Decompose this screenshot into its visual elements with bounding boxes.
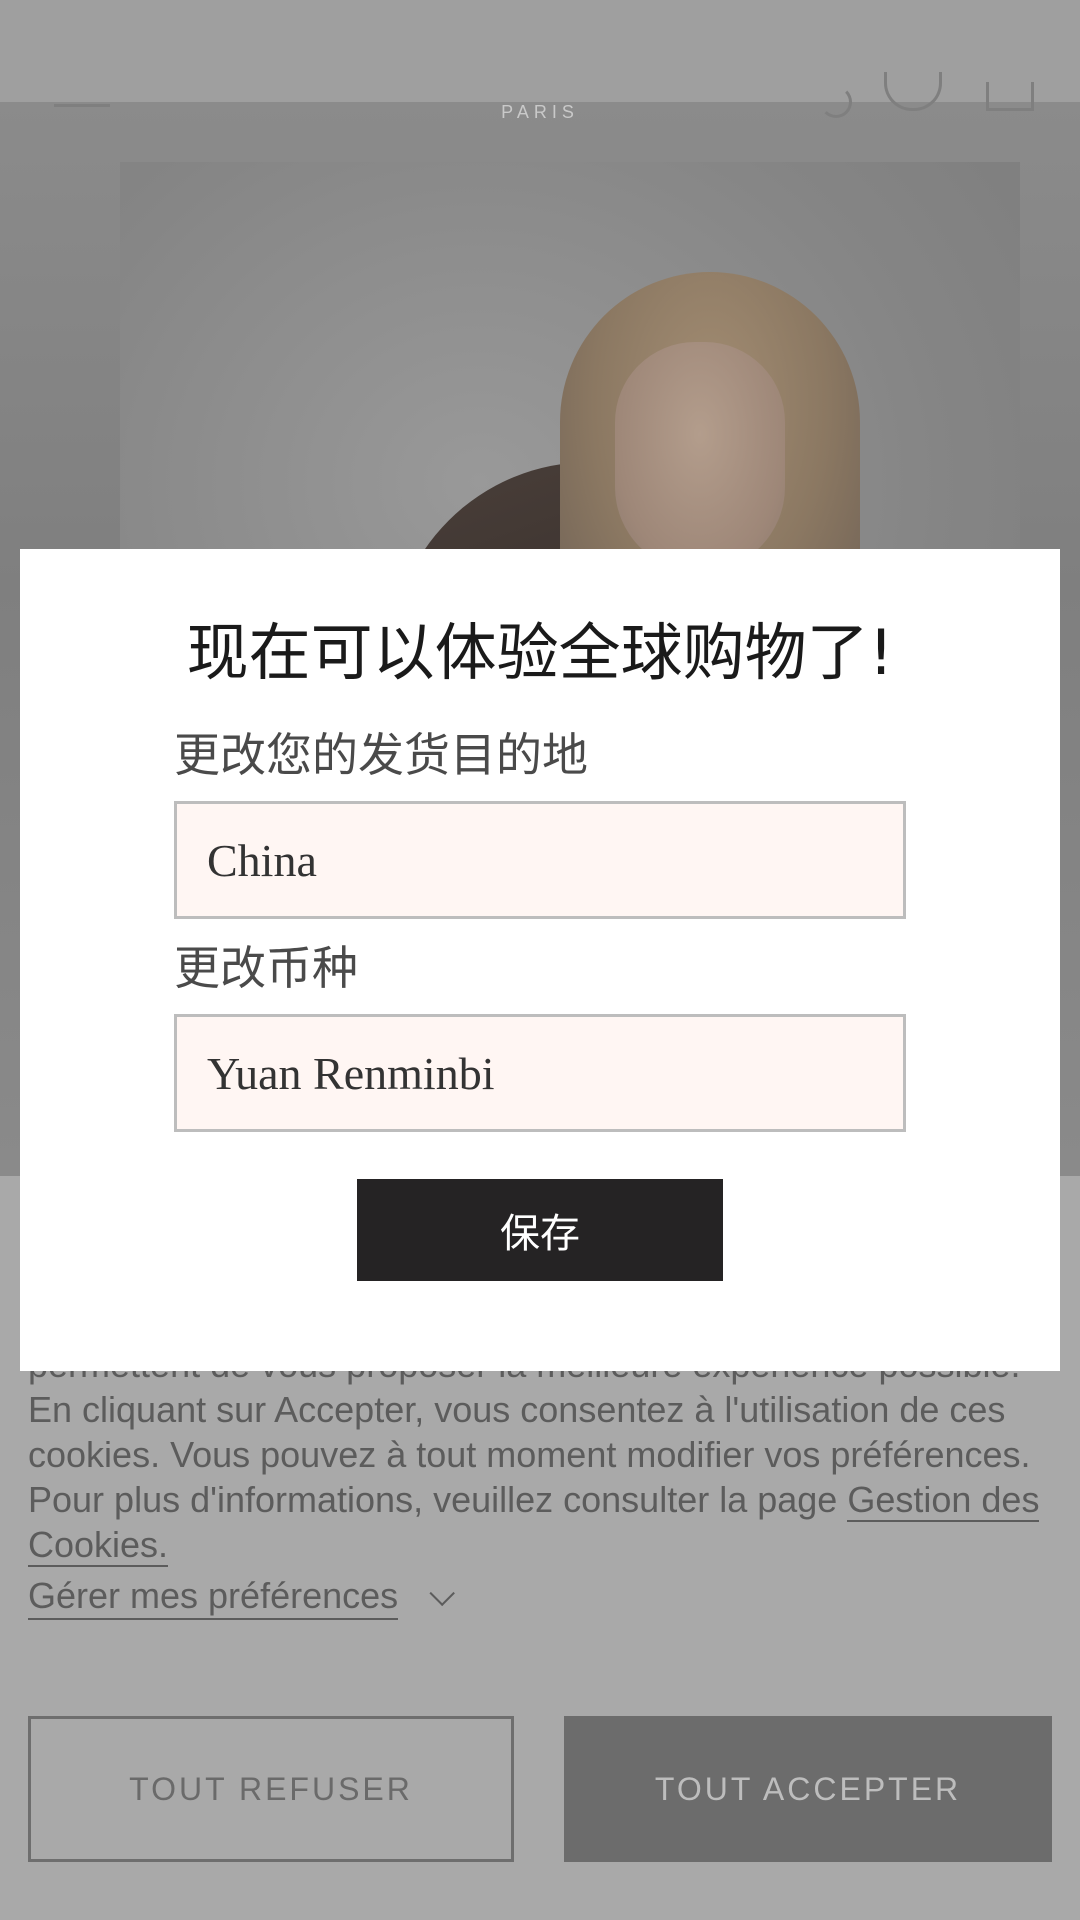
destination-label: 更改您的发货目的地 xyxy=(174,728,588,782)
destination-select[interactable]: China xyxy=(174,801,906,919)
currency-label: 更改币种 xyxy=(174,941,358,995)
currency-value: Yuan Renminbi xyxy=(207,1047,495,1099)
chevron-down-icon xyxy=(429,1580,456,1607)
refuse-all-button[interactable]: TOUT REFUSER xyxy=(28,1716,514,1862)
manage-preferences-label: Gérer mes préférences xyxy=(28,1575,399,1620)
site-header: PARIS xyxy=(0,72,1080,142)
currency-select[interactable]: Yuan Renminbi xyxy=(174,1014,906,1132)
search-icon[interactable] xyxy=(820,86,852,118)
bag-icon[interactable] xyxy=(986,82,1034,111)
accept-all-button[interactable]: TOUT ACCEPTER xyxy=(564,1716,1052,1862)
destination-value: China xyxy=(207,834,317,886)
cookie-text: permettent de vous proposer la meilleure… xyxy=(28,1342,1058,1567)
shipping-modal: 现在可以体验全球购物了! 更改您的发货目的地 China 更改币种 Yuan R… xyxy=(20,549,1060,1371)
save-button[interactable]: 保存 xyxy=(357,1179,723,1281)
modal-title: 现在可以体验全球购物了! xyxy=(186,616,894,689)
manage-preferences-toggle[interactable]: Gérer mes préférences xyxy=(28,1574,456,1620)
hero-face xyxy=(615,342,785,572)
